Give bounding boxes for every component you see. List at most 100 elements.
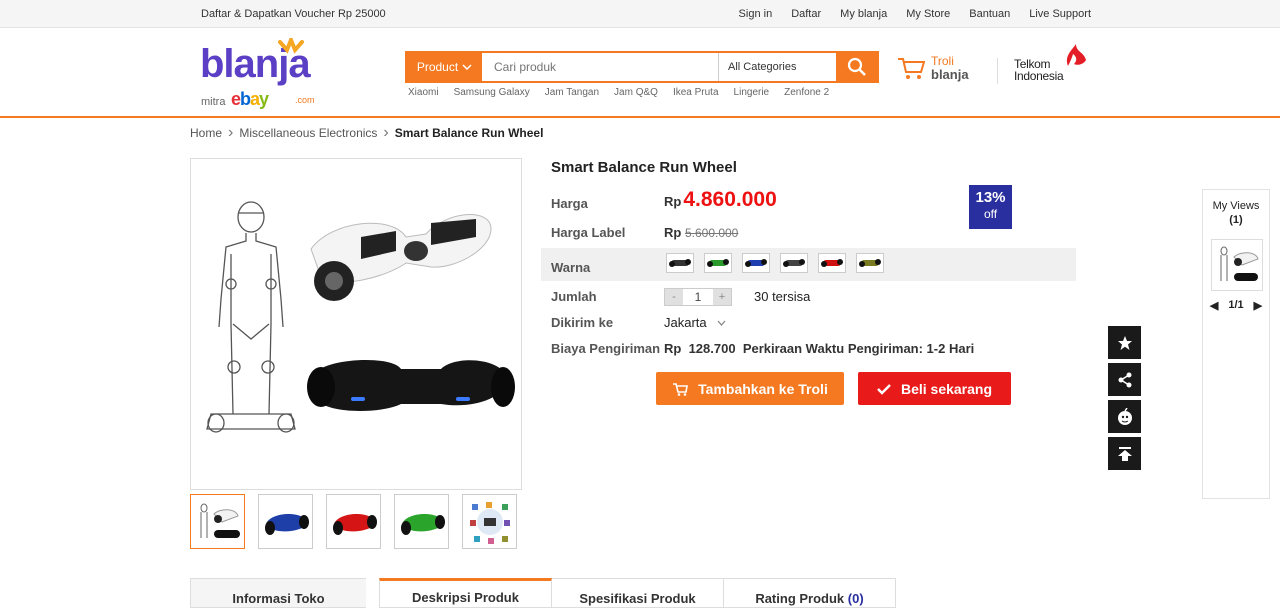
- swatch-image: [669, 259, 691, 267]
- register-link[interactable]: Daftar: [791, 8, 821, 20]
- share-button[interactable]: [1108, 363, 1141, 396]
- product-tabs: Informasi Toko Deskripsi Produk Spesifik…: [190, 578, 896, 608]
- quick-link[interactable]: Jam Tangan: [545, 87, 599, 98]
- cart-button[interactable]: Troli blanja: [897, 55, 969, 81]
- favorite-button[interactable]: [1108, 326, 1141, 359]
- tab-specification[interactable]: Spesifikasi Produk: [552, 578, 724, 608]
- product-title: Smart Balance Run Wheel: [551, 159, 737, 176]
- promo-link[interactable]: Daftar & Dapatkan Voucher Rp 25000: [201, 8, 386, 20]
- top-bar: Daftar & Dapatkan Voucher Rp 25000 Sign …: [0, 0, 1280, 28]
- tab-store-info[interactable]: Informasi Toko: [190, 578, 366, 608]
- breadcrumb-home[interactable]: Home: [190, 126, 222, 140]
- search-button[interactable]: [836, 53, 877, 81]
- swatch-image: [745, 259, 767, 267]
- check-icon: [877, 383, 891, 395]
- search-input[interactable]: [482, 53, 719, 81]
- thumbnail-green[interactable]: [394, 494, 449, 549]
- chat-button[interactable]: [1108, 400, 1141, 433]
- tab-description[interactable]: Deskripsi Produk: [379, 578, 552, 608]
- help-link[interactable]: Bantuan: [969, 8, 1010, 20]
- back-to-top-button[interactable]: [1108, 437, 1141, 470]
- all-categories-select[interactable]: All Categories: [719, 53, 836, 81]
- color-swatch[interactable]: [780, 253, 808, 273]
- viewed-item-thumbnail[interactable]: [1211, 239, 1263, 291]
- category-dropdown[interactable]: Product: [407, 53, 482, 81]
- quantity-stepper: - 1 +: [664, 288, 732, 306]
- my-views-title: My Views (1): [1212, 200, 1260, 226]
- shipping-cost-label: Biaya Pengiriman: [551, 341, 661, 356]
- my-blanja-link[interactable]: My blanja: [840, 8, 887, 20]
- views-pager: ◀ 1/1 ▶: [1203, 299, 1269, 312]
- chevron-down-icon: [717, 320, 726, 326]
- color-swatch[interactable]: [856, 253, 884, 273]
- quick-link[interactable]: Samsung Galaxy: [454, 87, 530, 98]
- cart-icon: [898, 58, 925, 79]
- cart-label: Troli blanja: [931, 54, 969, 82]
- logo-dotcom: .com: [295, 95, 315, 105]
- cart-icon: [673, 382, 689, 396]
- discount-badge: 13% off: [969, 185, 1012, 229]
- quick-link[interactable]: Ikea Pruta: [673, 87, 719, 98]
- thumbnail-red[interactable]: [326, 494, 381, 549]
- thumbnail-image: [264, 513, 309, 535]
- color-swatch[interactable]: [704, 253, 732, 273]
- mascot-icon: [1117, 407, 1132, 425]
- chevron-down-icon: [462, 64, 472, 70]
- prev-arrow-icon[interactable]: ◀: [1210, 299, 1218, 312]
- search-icon: [847, 57, 866, 76]
- logo-hands-icon: [278, 38, 304, 54]
- arrow-up-icon: [1117, 446, 1132, 461]
- swatch-image: [783, 259, 805, 267]
- swatch-image: [707, 259, 729, 267]
- my-store-link[interactable]: My Store: [906, 8, 950, 20]
- breadcrumb-current: Smart Balance Run Wheel: [394, 126, 544, 140]
- header-divider: [997, 58, 998, 84]
- color-swatches: [666, 253, 884, 273]
- quick-link[interactable]: Jam Q&Q: [614, 87, 658, 98]
- ship-dropdown[interactable]: Jakarta: [664, 315, 726, 330]
- buy-now-button[interactable]: Beli sekarang: [858, 372, 1011, 405]
- live-support-link[interactable]: Live Support: [1029, 8, 1091, 20]
- color-swatch[interactable]: [666, 253, 694, 273]
- breadcrumb: Home › Miscellaneous Electronics › Smart…: [190, 124, 544, 141]
- ship-label: Dikirim ke: [551, 315, 614, 330]
- add-to-cart-button[interactable]: Tambahkan ke Troli: [656, 372, 844, 405]
- thumbnail-strip: [190, 494, 517, 549]
- my-views-panel: My Views (1) ◀ 1/1 ▶: [1202, 189, 1270, 499]
- product-main-image[interactable]: [190, 158, 522, 490]
- sign-in-link[interactable]: Sign in: [739, 8, 773, 20]
- swatch-image: [821, 259, 843, 267]
- category-label: Product: [416, 60, 459, 74]
- qty-decrement-button[interactable]: -: [665, 289, 683, 305]
- thumbnail-features[interactable]: [462, 494, 517, 549]
- product-photo: [206, 201, 515, 433]
- qty-input[interactable]: 1: [683, 289, 713, 305]
- thumbnail-image: [200, 503, 240, 538]
- shipping-cost-value: Rp 128.700 Perkiraan Waktu Pengiriman: 1…: [664, 341, 975, 356]
- header: blanja mitra ebay .com Product All Categ…: [0, 28, 1280, 118]
- next-arrow-icon[interactable]: ▶: [1254, 299, 1262, 312]
- telkom-text: Telkom Indonesia: [1014, 57, 1064, 83]
- quick-link[interactable]: Lingerie: [734, 87, 770, 98]
- tab-rating[interactable]: Rating Produk (0): [724, 578, 896, 608]
- site-logo[interactable]: blanja mitra ebay .com: [200, 38, 330, 110]
- telkom-flame-icon: [1066, 44, 1086, 66]
- breadcrumb-category[interactable]: Miscellaneous Electronics: [239, 126, 377, 140]
- quick-search-links: Xiaomi Samsung Galaxy Jam Tangan Jam Q&Q…: [408, 87, 829, 98]
- search-bar: Product All Categories: [405, 51, 879, 83]
- price-label: Harga: [551, 196, 588, 211]
- telkom-logo: Telkom Indonesia: [1014, 42, 1094, 86]
- quick-link[interactable]: Xiaomi: [408, 87, 439, 98]
- color-label: Warna: [551, 260, 591, 275]
- qty-increment-button[interactable]: +: [713, 289, 731, 305]
- logo-mitra: mitra: [201, 96, 226, 108]
- list-price-value: Rp 5.600.000: [664, 225, 739, 240]
- list-price-label: Harga Label: [551, 225, 626, 240]
- thumbnail-white[interactable]: [190, 494, 245, 549]
- qty-label: Jumlah: [551, 289, 597, 304]
- chevron-right-icon: ›: [383, 124, 389, 141]
- thumbnail-blue[interactable]: [258, 494, 313, 549]
- quick-link[interactable]: Zenfone 2: [784, 87, 829, 98]
- color-swatch[interactable]: [818, 253, 846, 273]
- color-swatch[interactable]: [742, 253, 770, 273]
